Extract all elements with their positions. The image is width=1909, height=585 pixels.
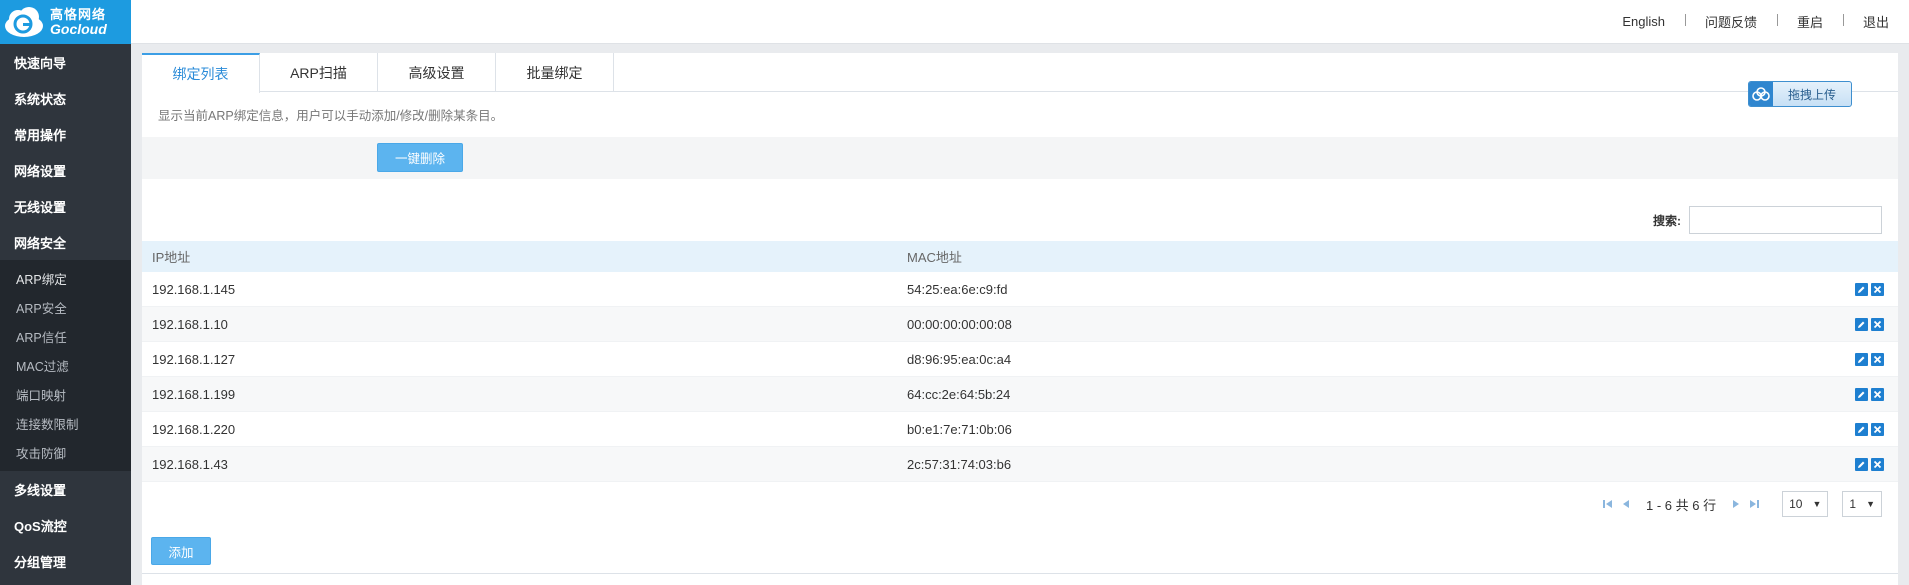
mac-cell: 2c:57:31:74:03:b6	[907, 456, 1012, 472]
table-body: 192.168.1.145 54:25:ea:6e:c9:fd 192.168.…	[142, 272, 1898, 482]
feedback-link[interactable]: 问题反馈	[1684, 12, 1777, 31]
search-bar: 搜索:	[1653, 206, 1882, 234]
ip-cell: 192.168.1.10	[152, 316, 228, 332]
edit-icon[interactable]	[1855, 387, 1868, 401]
cloud-icon	[1749, 82, 1773, 106]
nav-sub-port-mapping[interactable]: 端口映射	[0, 380, 131, 409]
drag-upload-button[interactable]: 拖拽上传	[1748, 81, 1852, 107]
nav-item-system-status[interactable]: 系统状态	[0, 80, 131, 116]
logo[interactable]: 高恪网络 Gocloud	[0, 0, 131, 44]
nav-item-network-security[interactable]: 网络安全	[0, 224, 131, 260]
reboot-link[interactable]: 重启	[1776, 12, 1843, 31]
nav-security-submenu: ARP绑定 ARP安全 ARP信任 MAC过滤 端口映射 连接数限制 攻击防御	[0, 260, 131, 471]
mac-cell: 64:cc:2e:64:5b:24	[907, 386, 1011, 402]
mac-cell: b0:e1:7e:71:0b:06	[907, 421, 1012, 437]
mac-cell: 00:00:00:00:00:08	[907, 316, 1012, 332]
delete-icon[interactable]	[1871, 352, 1884, 366]
search-input[interactable]	[1689, 206, 1882, 234]
nav-top: 快速向导 系统状态 常用操作 网络设置 无线设置 网络安全	[0, 44, 131, 260]
tab-binding-list[interactable]: 绑定列表	[142, 53, 260, 93]
nav-sub-mac-filter[interactable]: MAC过滤	[0, 351, 131, 380]
nav-item-quick-guide[interactable]: 快速向导	[0, 44, 131, 80]
prev-page-icon[interactable]	[1620, 498, 1632, 510]
first-page-icon[interactable]	[1602, 498, 1614, 510]
nav-item-wireless-settings[interactable]: 无线设置	[0, 188, 131, 224]
nav-item-group-management[interactable]: 分组管理	[0, 543, 131, 579]
drag-upload-label: 拖拽上传	[1787, 87, 1836, 102]
page-number-select[interactable]: 1 ▼	[1842, 491, 1882, 517]
column-header-mac[interactable]: MAC地址	[907, 247, 1836, 266]
page-size-select[interactable]: 10 ▼	[1782, 491, 1829, 517]
mac-cell: d8:96:95:ea:0c:a4	[907, 351, 1012, 367]
nav-sub-connection-limit[interactable]: 连接数限制	[0, 409, 131, 438]
divider	[142, 573, 1898, 574]
nav-sub-arp-security[interactable]: ARP安全	[0, 293, 131, 322]
tab-advanced-settings[interactable]: 高级设置	[378, 53, 496, 92]
nav-item-common-ops[interactable]: 常用操作	[0, 116, 131, 152]
table-row: 192.168.1.199 64:cc:2e:64:5b:24	[142, 377, 1898, 412]
chevron-down-icon: ▼	[1866, 499, 1875, 509]
logout-link[interactable]: 退出	[1842, 12, 1909, 31]
brand-name-en: Gocloud	[50, 21, 107, 37]
nav-bottom: 多线设置 QoS流控 分组管理	[0, 471, 131, 579]
brand-name-cn: 高恪网络	[50, 7, 107, 22]
mac-cell: 54:25:ea:6e:c9:fd	[907, 281, 1008, 297]
gocloud-logo-icon	[2, 4, 46, 40]
delete-icon[interactable]	[1871, 457, 1884, 471]
delete-icon[interactable]	[1871, 282, 1884, 296]
chevron-down-icon: ▼	[1812, 499, 1822, 509]
table-row: 192.168.1.127 d8:96:95:ea:0c:a4	[142, 342, 1898, 377]
nav-item-network-settings[interactable]: 网络设置	[0, 152, 131, 188]
column-header-ip[interactable]: IP地址	[142, 247, 907, 266]
edit-icon[interactable]	[1855, 317, 1868, 331]
ip-cell: 192.168.1.199	[152, 386, 236, 402]
nav-sub-attack-defense[interactable]: 攻击防御	[0, 438, 131, 467]
last-page-icon[interactable]	[1748, 498, 1760, 510]
delete-icon[interactable]	[1871, 387, 1884, 401]
search-label: 搜索:	[1653, 213, 1681, 228]
table-header: IP地址 MAC地址	[142, 241, 1898, 272]
top-bar: English 问题反馈 重启 退出	[131, 0, 1909, 44]
table-row: 192.168.1.43 2c:57:31:74:03:b6	[142, 447, 1898, 482]
tab-bar: 绑定列表 ARP扫描 高级设置 批量绑定	[142, 53, 1898, 93]
edit-icon[interactable]	[1855, 282, 1868, 296]
sidebar: 高恪网络 Gocloud 快速向导 系统状态 常用操作 网络设置 无线设置 网络…	[0, 0, 131, 585]
ip-cell: 192.168.1.43	[152, 456, 228, 472]
tab-arp-scan[interactable]: ARP扫描	[260, 53, 378, 92]
ip-cell: 192.168.1.145	[152, 281, 236, 297]
next-page-icon[interactable]	[1730, 498, 1742, 510]
table-row: 192.168.1.10 00:00:00:00:00:08	[142, 307, 1898, 342]
page-number-value: 1	[1849, 497, 1857, 511]
action-bar: 一键删除	[142, 137, 1898, 179]
nav-sub-arp-binding[interactable]: ARP绑定	[0, 264, 131, 293]
add-button[interactable]: 添加	[151, 537, 211, 565]
pagination-summary: 1 - 6 共 6 行	[1646, 497, 1717, 513]
nav-item-qos[interactable]: QoS流控	[0, 507, 131, 543]
arp-binding-table: IP地址 MAC地址 192.168.1.145 54:25:ea:6e:c9:…	[142, 241, 1898, 482]
tab-batch-binding[interactable]: 批量绑定	[496, 53, 614, 92]
edit-icon[interactable]	[1855, 422, 1868, 436]
nav-item-multiline[interactable]: 多线设置	[0, 471, 131, 507]
delete-icon[interactable]	[1871, 317, 1884, 331]
edit-icon[interactable]	[1855, 352, 1868, 366]
table-row: 192.168.1.145 54:25:ea:6e:c9:fd	[142, 272, 1898, 307]
edit-icon[interactable]	[1855, 457, 1868, 471]
language-link[interactable]: English	[1602, 14, 1685, 29]
ip-cell: 192.168.1.127	[152, 351, 236, 367]
main-panel: 绑定列表 ARP扫描 高级设置 批量绑定 拖拽上传 显示当前ARP绑定信息，用户…	[142, 53, 1898, 585]
page-size-value: 10	[1789, 497, 1803, 511]
ip-cell: 192.168.1.220	[152, 421, 236, 437]
nav-sub-arp-trust[interactable]: ARP信任	[0, 322, 131, 351]
table-row: 192.168.1.220 b0:e1:7e:71:0b:06	[142, 412, 1898, 447]
page-description: 显示当前ARP绑定信息，用户可以手动添加/修改/删除某条目。	[158, 109, 504, 123]
pagination: 1 - 6 共 6 行 10 ▼ 1 ▼	[1602, 491, 1882, 517]
delete-all-button[interactable]: 一键删除	[377, 143, 463, 172]
delete-icon[interactable]	[1871, 422, 1884, 436]
